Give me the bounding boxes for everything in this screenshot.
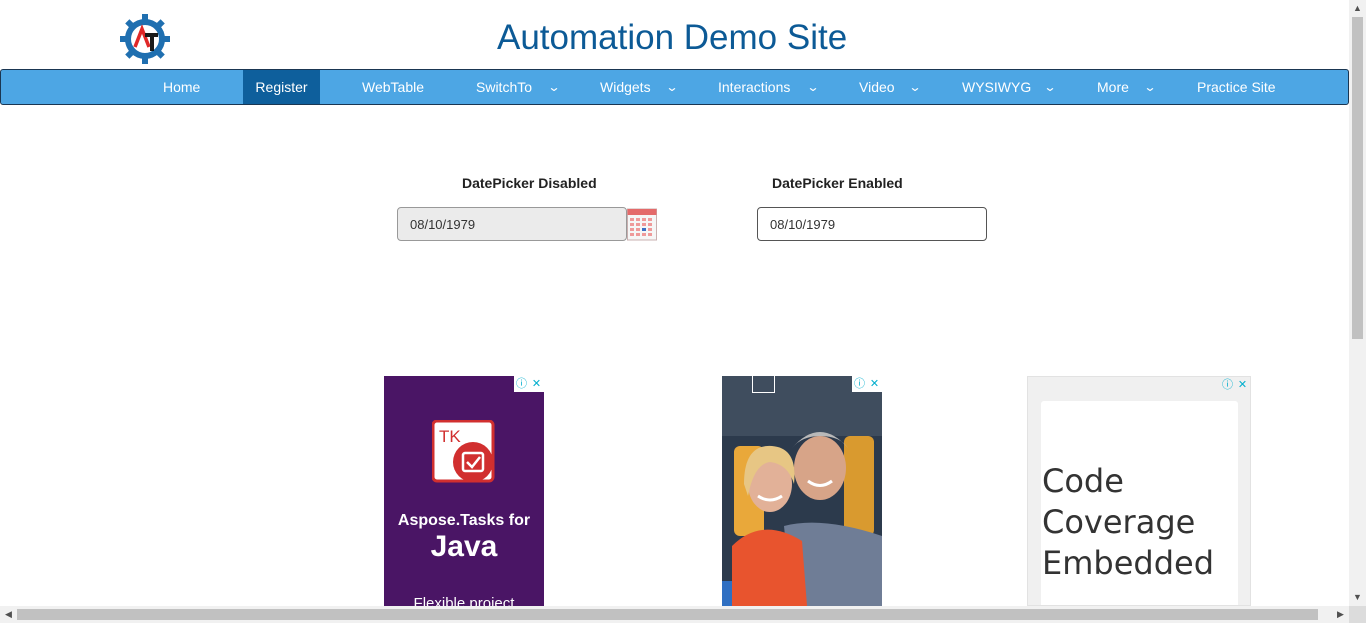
- nav-home[interactable]: Home: [163, 70, 200, 104]
- nav-interactions[interactable]: Interactions ⌄: [718, 70, 828, 104]
- main-navbar: Home Register WebTable SwitchTo ⌄ Widgets…: [0, 69, 1349, 105]
- ad-close-icon[interactable]: ✕: [1235, 377, 1250, 393]
- datepicker-enabled-label: DatePicker Enabled: [772, 175, 903, 191]
- nav-widgets[interactable]: Widgets ⌄: [600, 70, 685, 104]
- ad-headline-line: Embedded: [1042, 544, 1215, 582]
- ad-headline-line: Coverage: [1042, 503, 1196, 541]
- site-title: Automation Demo Site: [497, 18, 848, 57]
- scroll-right-arrow-icon[interactable]: ▶: [1332, 606, 1349, 623]
- nav-practice-site[interactable]: Practice Site: [1197, 70, 1276, 104]
- ad-info-icon[interactable]: ⓘ: [852, 376, 867, 392]
- nav-register[interactable]: Register: [243, 70, 320, 104]
- nav-label: Widgets: [600, 79, 651, 95]
- gear-logo-icon[interactable]: [120, 13, 170, 65]
- horizontal-scrollbar[interactable]: ◀ ▶: [0, 606, 1349, 623]
- chevron-down-icon: ⌄: [1043, 80, 1057, 94]
- nav-webtable[interactable]: WebTable: [362, 70, 424, 104]
- ad-close-icon[interactable]: ✕: [867, 376, 882, 392]
- nav-label: Video: [859, 79, 895, 95]
- advertisement-aspose[interactable]: ⓘ ✕ TK Aspose.Tasks for Java Flexible pr…: [384, 376, 544, 606]
- advertisement-code-coverage[interactable]: ⓘ ✕ Code Coverage Embedded: [1027, 376, 1251, 606]
- nav-label: Register: [255, 79, 308, 95]
- nav-label: Interactions: [718, 79, 791, 95]
- nav-more[interactable]: More ⌄: [1097, 70, 1162, 104]
- ad-controls: ⓘ ✕: [1220, 377, 1250, 393]
- vertical-scrollbar[interactable]: ▲ ▼: [1349, 0, 1366, 606]
- ad-tagline: Flexible project: [413, 595, 515, 606]
- scroll-down-arrow-icon[interactable]: ▼: [1349, 589, 1366, 606]
- vertical-scroll-thumb[interactable]: [1352, 17, 1363, 339]
- ad-controls: ⓘ ✕: [852, 376, 882, 392]
- chevron-down-icon: ⌄: [547, 80, 561, 94]
- ad-headline: Code Coverage Embedded: [1042, 461, 1214, 584]
- nav-label: More: [1097, 79, 1129, 95]
- nav-label: Home: [163, 79, 201, 95]
- scroll-up-arrow-icon[interactable]: ▲: [1349, 0, 1366, 17]
- datepicker-disabled-input: [397, 207, 627, 241]
- nav-wysiwyg[interactable]: WYSIWYG ⌄: [962, 70, 1062, 104]
- ad-controls: ⓘ ✕: [514, 376, 544, 392]
- chevron-down-icon: ⌄: [806, 80, 820, 94]
- ad-logo-text: TK: [439, 427, 461, 446]
- aspose-tasks-logo-icon: TK: [432, 420, 495, 483]
- ad-photo-image: [722, 376, 882, 606]
- nav-label: WebTable: [362, 79, 425, 95]
- ad-info-icon[interactable]: ⓘ: [514, 376, 529, 392]
- chevron-down-icon: ⌄: [908, 80, 922, 94]
- nav-label: SwitchTo: [476, 79, 533, 95]
- ad-info-icon[interactable]: ⓘ: [1220, 377, 1235, 393]
- nav-label: Practice Site: [1197, 79, 1276, 95]
- ad-headline-product: Java: [430, 530, 498, 563]
- advertisement-photo[interactable]: ⓘ ✕: [722, 376, 882, 606]
- nav-label: WYSIWYG: [962, 79, 1032, 95]
- chevron-down-icon: ⌄: [665, 80, 679, 94]
- chevron-down-icon: ⌄: [1143, 80, 1157, 94]
- ad-frame-marker: [752, 376, 775, 393]
- ad-headline-line: Code: [1042, 462, 1124, 500]
- calendar-icon[interactable]: [627, 207, 657, 241]
- datepicker-enabled-input[interactable]: [757, 207, 987, 241]
- nav-switchto[interactable]: SwitchTo ⌄: [476, 70, 566, 104]
- scroll-left-arrow-icon[interactable]: ◀: [0, 606, 17, 623]
- horizontal-scroll-thumb[interactable]: [17, 609, 1318, 620]
- ad-headline: Aspose.Tasks for: [397, 512, 531, 529]
- scrollbar-corner: [1349, 606, 1366, 623]
- nav-video[interactable]: Video ⌄: [859, 70, 929, 104]
- ad-close-icon[interactable]: ✕: [529, 376, 544, 392]
- datepicker-disabled-label: DatePicker Disabled: [462, 175, 597, 191]
